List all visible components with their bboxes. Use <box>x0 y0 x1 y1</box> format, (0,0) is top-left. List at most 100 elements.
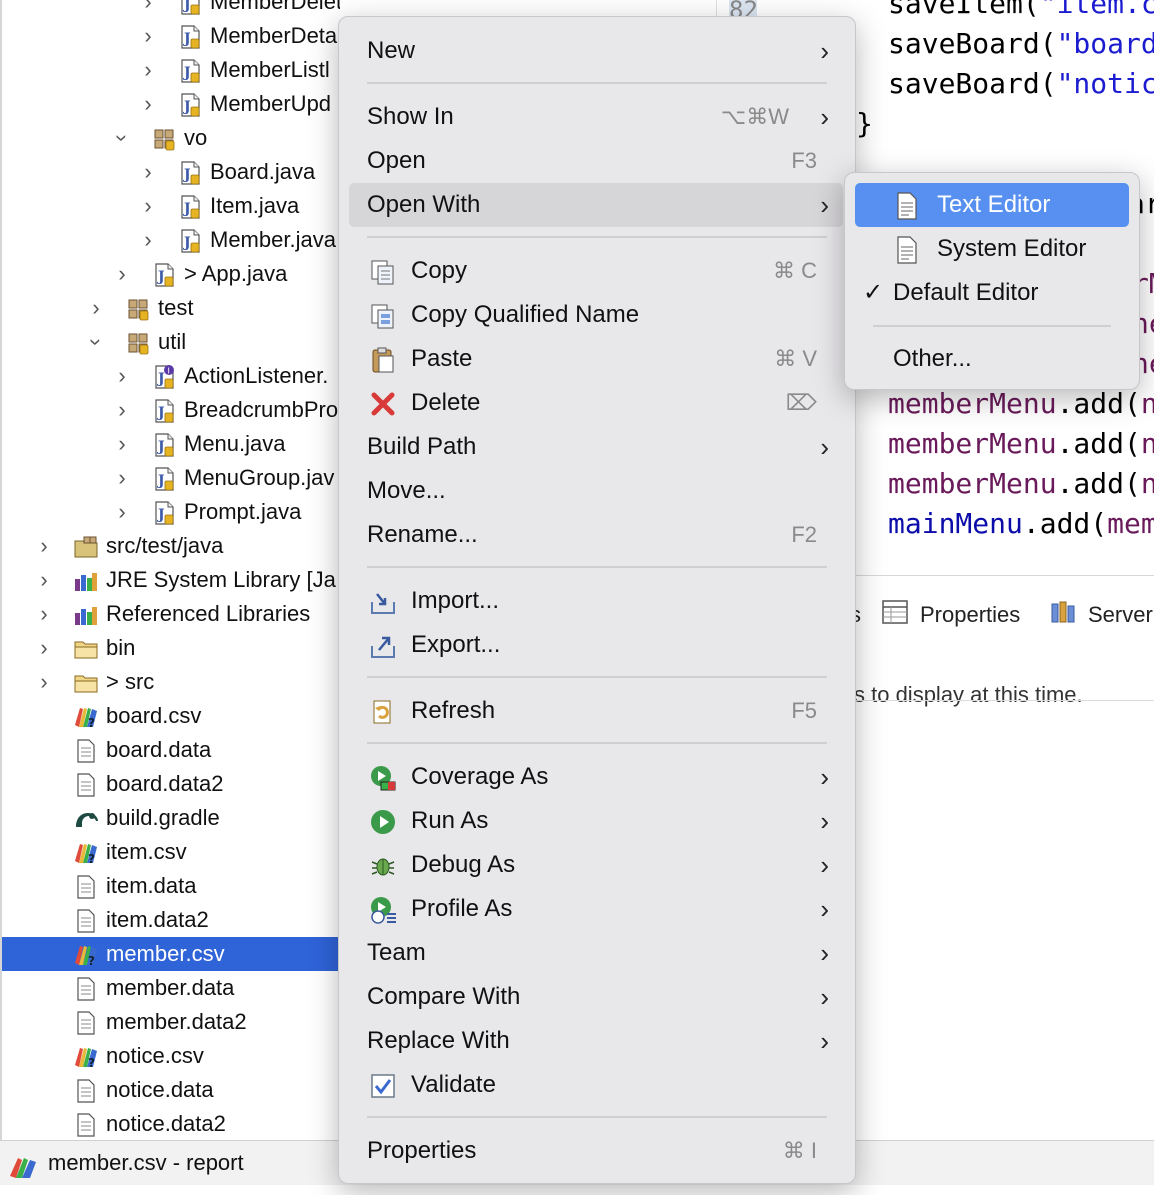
submenu-item-other[interactable]: Other... <box>855 337 1129 381</box>
tree-item[interactable]: › vo <box>2 121 340 155</box>
menu-item-properties[interactable]: Properties ⌘ I <box>349 1129 843 1173</box>
chevron-right-icon[interactable]: › <box>34 529 54 563</box>
menu-item-import[interactable]: Import... <box>349 579 843 623</box>
menu-item-build-path[interactable]: Build Path › <box>349 425 843 469</box>
delete-icon <box>369 389 397 417</box>
menu-item-label: Profile As <box>411 895 513 922</box>
submenu-item-text-editor[interactable]: Text Editor <box>855 183 1129 227</box>
tree-item[interactable]: › JRE System Library [Ja <box>2 563 340 597</box>
menu-item-team[interactable]: Team › <box>349 931 843 975</box>
tree-item[interactable]: ? notice.csv <box>2 1039 340 1073</box>
svg-text:J: J <box>182 99 191 115</box>
menu-item-label: Show In <box>367 103 454 130</box>
menu-item-copy-qualified-name[interactable]: Copy Qualified Name <box>349 293 843 337</box>
menu-item-label: Paste <box>411 345 473 372</box>
chevron-right-icon[interactable]: › <box>138 87 158 121</box>
menu-item-delete[interactable]: Delete ⌦ <box>349 381 843 425</box>
tree-item[interactable]: › bin <box>2 631 340 665</box>
tree-item[interactable]: › src/test/java <box>2 529 340 563</box>
tree-item[interactable]: member.data <box>2 971 340 1005</box>
tree-item[interactable]: › J MemberUpd <box>2 87 340 121</box>
tree-item[interactable]: › Referenced Libraries <box>2 597 340 631</box>
chevron-right-icon[interactable]: › <box>138 189 158 223</box>
submenu-item-default-editor[interactable]: ✓ Default Editor <box>855 271 1129 315</box>
svg-text:?: ? <box>88 1056 95 1069</box>
tree-item-label: notice.data <box>106 1077 214 1102</box>
tree-item[interactable]: › J MemberDeleteListener.java <box>2 0 340 19</box>
chevron-right-icon: › <box>820 982 829 1012</box>
csv-file-icon: ? <box>74 841 98 866</box>
chevron-right-icon[interactable]: › <box>112 461 132 495</box>
menu-separator <box>367 566 827 568</box>
menu-item-coverage-as[interactable]: Coverage As › <box>349 755 843 799</box>
chevron-right-icon[interactable]: › <box>86 291 106 325</box>
menu-item-paste[interactable]: Paste ⌘ V <box>349 337 843 381</box>
menu-item-show-in[interactable]: Show In ⌥⌘W › <box>349 95 843 139</box>
tree-item[interactable]: › J MemberListl <box>2 53 340 87</box>
menu-item-rename[interactable]: Rename... F2 <box>349 513 843 557</box>
menu-item-profile-as[interactable]: Profile As › <box>349 887 843 931</box>
chevron-right-icon[interactable]: › <box>138 223 158 257</box>
chevron-right-icon[interactable]: › <box>112 495 132 529</box>
tab-servers[interactable]: Server <box>1088 602 1153 628</box>
tree-item[interactable]: › J Board.java <box>2 155 340 189</box>
submenu-item-system-editor[interactable]: System Editor <box>855 227 1129 271</box>
chevron-right-icon[interactable]: › <box>34 631 54 665</box>
menu-item-move[interactable]: Move... <box>349 469 843 513</box>
tree-item[interactable]: › test <box>2 291 340 325</box>
menu-item-compare-with[interactable]: Compare With › <box>349 975 843 1019</box>
chevron-right-icon[interactable]: › <box>138 0 158 19</box>
tree-item[interactable]: › J Prompt.java <box>2 495 340 529</box>
tree-item[interactable]: › J Menu.java <box>2 427 340 461</box>
chevron-down-icon[interactable]: › <box>79 332 113 352</box>
chevron-right-icon[interactable]: › <box>34 563 54 597</box>
chevron-right-icon[interactable]: › <box>112 359 132 393</box>
tab-properties[interactable]: Properties <box>920 602 1020 628</box>
chevron-right-icon[interactable]: › <box>138 155 158 189</box>
menu-item-export[interactable]: Export... <box>349 623 843 667</box>
tree-item[interactable]: › J I ActionListener. <box>2 359 340 393</box>
menu-separator <box>367 236 827 238</box>
menu-item-debug-as[interactable]: Debug As › <box>349 843 843 887</box>
java-file-icon: J <box>178 161 202 185</box>
tree-item[interactable]: › J Item.java <box>2 189 340 223</box>
tree-item[interactable]: board.data2 <box>2 767 340 801</box>
chevron-right-icon[interactable]: › <box>112 257 132 291</box>
tree-item[interactable]: member.data2 <box>2 1005 340 1039</box>
menu-item-label: Import... <box>411 587 500 614</box>
tree-item[interactable]: › J MenuGroup.jav <box>2 461 340 495</box>
tree-item[interactable]: notice.data <box>2 1073 340 1107</box>
menu-item-replace-with[interactable]: Replace With › <box>349 1019 843 1063</box>
chevron-right-icon[interactable]: › <box>34 665 54 699</box>
tree-item[interactable]: › J > App.java <box>2 257 340 291</box>
chevron-right-icon[interactable]: › <box>138 53 158 87</box>
menu-item-run-as[interactable]: Run As › <box>349 799 843 843</box>
tree-item[interactable]: ? board.csv <box>2 699 340 733</box>
menu-item-new[interactable]: New › <box>349 29 843 73</box>
tree-item[interactable]: › J BreadcrumbPro <box>2 393 340 427</box>
chevron-right-icon[interactable]: › <box>34 597 54 631</box>
java-file-icon: J <box>152 399 176 423</box>
menu-item-validate[interactable]: Validate <box>349 1063 843 1107</box>
tree-item[interactable]: notice.data2 <box>2 1107 340 1140</box>
menu-item-refresh[interactable]: Refresh F5 <box>349 689 843 733</box>
chevron-right-icon[interactable]: › <box>138 19 158 53</box>
tree-item[interactable]: › J Member.java <box>2 223 340 257</box>
tree-item[interactable]: ? item.csv <box>2 835 340 869</box>
tree-item[interactable]: board.data <box>2 733 340 767</box>
chevron-down-icon[interactable]: › <box>105 128 139 148</box>
tree-item[interactable]: item.data2 <box>2 903 340 937</box>
tree-item[interactable]: ? member.csv <box>2 937 340 971</box>
tree-item[interactable]: item.data <box>2 869 340 903</box>
menu-item-open-with[interactable]: Open With › <box>349 183 843 227</box>
tree-item[interactable]: build.gradle <box>2 801 340 835</box>
tree-item[interactable]: › J MemberDeta <box>2 19 340 53</box>
tree-item-label: util <box>158 329 187 354</box>
tree-item-label: MemberDeleteListener.java <box>210 0 340 14</box>
chevron-right-icon[interactable]: › <box>112 427 132 461</box>
menu-item-copy[interactable]: Copy ⌘ C <box>349 249 843 293</box>
menu-item-open[interactable]: Open F3 <box>349 139 843 183</box>
tree-item[interactable]: › util <box>2 325 340 359</box>
tree-item[interactable]: › > src <box>2 665 340 699</box>
chevron-right-icon[interactable]: › <box>112 393 132 427</box>
